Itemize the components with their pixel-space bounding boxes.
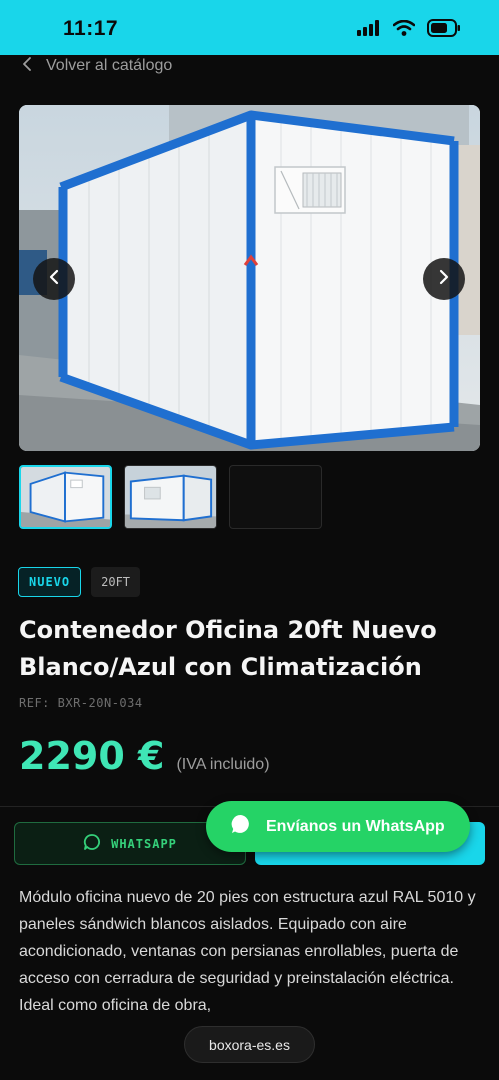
floating-whatsapp-label: Envíanos un WhatsApp [266, 817, 445, 835]
badge-new: NUEVO [18, 567, 82, 597]
gallery-prev-button[interactable] [33, 258, 75, 300]
browser-url-pill[interactable]: boxora-es.es [184, 1026, 315, 1063]
floating-whatsapp-button[interactable]: Envíanos un WhatsApp [206, 801, 470, 852]
price-row: 2290 € (IVA incluido) [19, 734, 270, 778]
signal-icon [357, 20, 381, 41]
product-ref: REF: BXR-20N-034 [19, 696, 143, 710]
thumbnail-3-empty[interactable] [229, 465, 322, 529]
product-title: Contenedor Oficina 20ft Nuevo Blanco/Azu… [19, 616, 437, 681]
chevron-right-icon [438, 269, 450, 290]
thumbnail-strip [19, 465, 322, 529]
thumbnail-1[interactable] [19, 465, 112, 529]
product-description: Módulo oficina nuevo de 20 pies con estr… [19, 889, 476, 1014]
gallery-next-button[interactable] [423, 258, 465, 300]
product-price: 2290 € [19, 734, 165, 778]
battery-icon [427, 19, 461, 42]
price-note: (IVA incluido) [176, 756, 270, 773]
wifi-icon [392, 19, 416, 41]
whatsapp-button-label: WHATSAPP [111, 836, 177, 851]
status-time: 11:17 [63, 17, 119, 40]
thumbnail-2[interactable] [124, 465, 217, 529]
back-to-catalog-link[interactable]: Volver al catálogo [22, 55, 172, 77]
product-badges: NUEVO 20FT [18, 567, 141, 597]
badge-size: 20FT [91, 567, 141, 597]
chat-bubble-icon [230, 813, 252, 840]
chevron-left-icon [22, 56, 32, 76]
back-link-label: Volver al catálogo [46, 57, 173, 74]
status-icons [357, 19, 461, 42]
chat-bubble-icon [83, 833, 101, 854]
product-main-image[interactable] [19, 105, 480, 451]
container-photo [19, 105, 480, 451]
status-bar: 11:17 [0, 0, 499, 55]
chevron-left-icon [48, 269, 60, 290]
